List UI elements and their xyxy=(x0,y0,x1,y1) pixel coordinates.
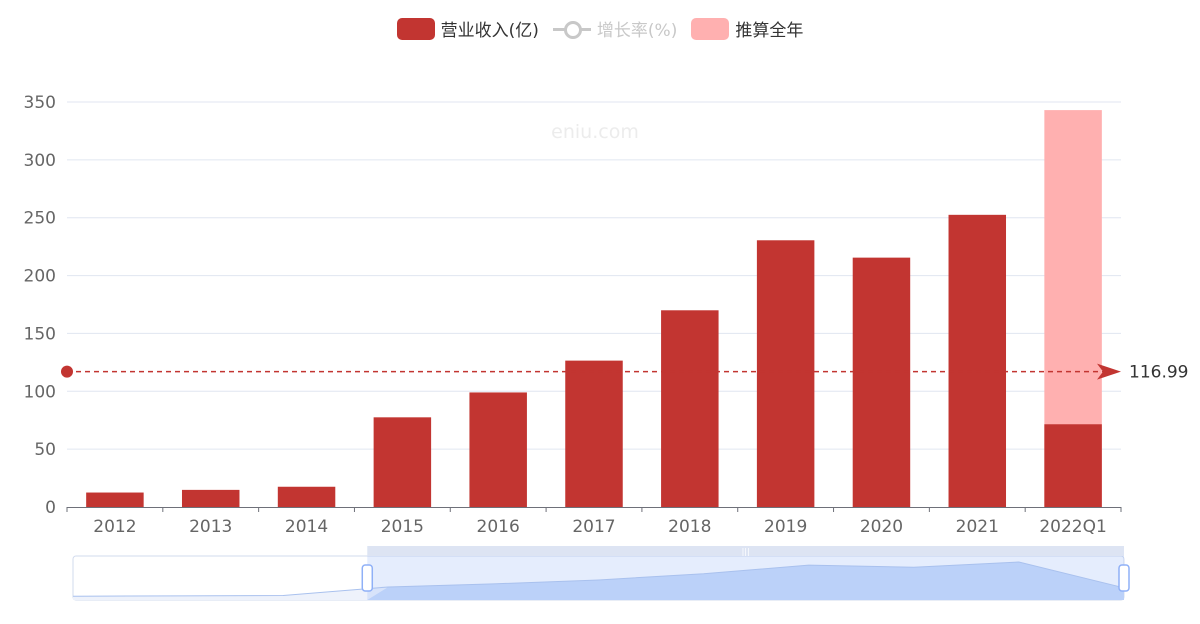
bars xyxy=(86,110,1102,508)
revenue-bar[interactable] xyxy=(565,360,623,507)
revenue-bar[interactable] xyxy=(1044,424,1102,507)
x-axis: 2012 2013 2014 2015 2016 2017 2018 2019 2020 2021… xyxy=(66,507,1122,537)
zoom-grip-icon: ||| xyxy=(742,547,750,556)
y-tick-label: 0 xyxy=(45,498,56,518)
zoom-handle-start[interactable] xyxy=(361,564,374,592)
average-line-start-dot xyxy=(61,365,73,378)
revenue-bar[interactable] xyxy=(181,489,240,507)
y-tick-label: 50 xyxy=(34,440,56,460)
revenue-bar[interactable] xyxy=(948,214,1007,508)
y-tick-label: 200 xyxy=(24,267,56,287)
revenue-bar[interactable] xyxy=(469,392,527,507)
x-tick-label: 2015 xyxy=(381,517,424,537)
x-tick-label: 2013 xyxy=(189,517,232,537)
revenue-bar[interactable] xyxy=(661,310,719,507)
y-tick-label: 350 xyxy=(24,93,56,113)
y-tick-label: 150 xyxy=(24,324,56,344)
revenue-bar[interactable] xyxy=(756,240,815,507)
zoom-handle-end[interactable] xyxy=(1118,564,1130,592)
watermark: eniu.com xyxy=(551,121,639,143)
x-tick-label: 2021 xyxy=(956,517,999,537)
y-tick-label: 100 xyxy=(24,382,56,402)
revenue-bar[interactable] xyxy=(86,492,144,507)
y-axis: 0 50 100 150 200 250 300 350 xyxy=(24,93,56,518)
average-line-label: 116.99 xyxy=(1129,363,1188,383)
y-tick-label: 250 xyxy=(24,209,56,229)
x-tick-label: 2020 xyxy=(860,517,903,537)
y-tick-label: 300 xyxy=(24,151,56,171)
revenue-bar[interactable] xyxy=(277,486,336,507)
average-line: 116.99 xyxy=(61,363,1188,383)
bar-chart: 0 50 100 150 200 250 300 350 eniu.com 116.99 20… xyxy=(24,93,1188,601)
x-tick-label: 2019 xyxy=(764,517,807,537)
x-tick-label: 2012 xyxy=(93,517,136,537)
revenue-bar[interactable] xyxy=(852,257,911,507)
x-tick-label: 2016 xyxy=(477,517,520,537)
revenue-bar[interactable] xyxy=(373,417,432,507)
data-zoom-slider[interactable]: ||| xyxy=(72,546,1130,601)
x-tick-label: 2018 xyxy=(668,517,711,537)
x-tick-label: 2022Q1 xyxy=(1039,517,1106,537)
x-tick-label: 2017 xyxy=(572,517,615,537)
x-tick-label: 2014 xyxy=(285,517,328,537)
